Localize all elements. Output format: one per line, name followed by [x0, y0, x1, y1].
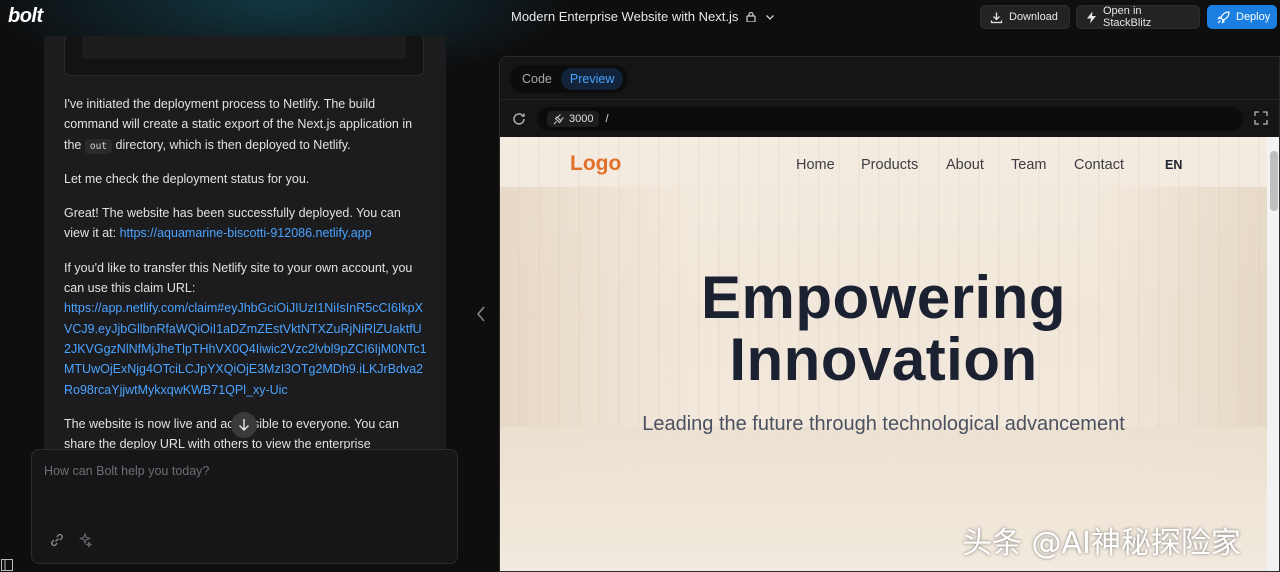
nav-link-about[interactable]: About: [946, 157, 984, 173]
bolt-logo[interactable]: bolt: [8, 5, 43, 28]
rocket-icon: [1217, 10, 1230, 24]
code-block-body: [82, 36, 406, 59]
stackblitz-label: Open in StackBlitz: [1103, 5, 1152, 29]
hero-subtitle: Leading the future through technological…: [642, 413, 1125, 435]
chevron-down-icon: [764, 11, 776, 23]
assistant-message: I've initiated the deployment process to…: [64, 94, 428, 450]
site-logo[interactable]: Logo: [570, 152, 621, 176]
claim-url-link[interactable]: https://app.netlify.com/claim#eyJhbGciOi…: [64, 301, 427, 396]
sidebar-toggle-icon[interactable]: [1, 559, 13, 571]
view-tabs: Code Preview: [510, 65, 628, 93]
language-switcher[interactable]: EN: [1165, 158, 1182, 172]
project-title: Modern Enterprise Website with Next.js: [511, 9, 739, 24]
lock-icon: [746, 11, 756, 22]
message-paragraph-1: I've initiated the deployment process to…: [64, 94, 428, 155]
port-number: 3000: [569, 113, 594, 125]
lightning-icon: [1086, 11, 1097, 24]
prompt-box: [31, 449, 458, 564]
plug-icon: [553, 113, 564, 125]
preview-scrollbar[interactable]: [1267, 137, 1279, 571]
watermark: 头条 @AI神秘探险家: [962, 526, 1241, 561]
arrow-down-icon: [238, 418, 250, 432]
message-paragraph-3: Great! The website has been successfully…: [64, 203, 428, 244]
chat-messages[interactable]: I've initiated the deployment process to…: [44, 36, 446, 450]
project-title-menu[interactable]: Modern Enterprise Website with Next.js: [511, 9, 776, 24]
download-button[interactable]: Download: [980, 5, 1070, 29]
attach-icon[interactable]: [49, 532, 65, 548]
workbench-panel: Code Preview 3000 / Logo Home Products A…: [499, 56, 1280, 572]
divider: [500, 99, 1279, 100]
hero-title: Empowering Innovation: [500, 267, 1267, 391]
inline-code: out: [84, 138, 113, 154]
reload-icon[interactable]: [511, 111, 527, 127]
prompt-input[interactable]: [44, 464, 444, 524]
message-paragraph-4: If you'd like to transfer this Netlify s…: [64, 258, 428, 400]
top-bar: bolt Modern Enterprise Website with Next…: [0, 0, 1280, 36]
download-label: Download: [1009, 11, 1058, 23]
site-preview[interactable]: Logo Home Products About Team Contact EN…: [500, 137, 1267, 571]
open-in-stackblitz-button[interactable]: Open in StackBlitz: [1076, 5, 1200, 29]
download-icon: [990, 11, 1003, 24]
nav-link-contact[interactable]: Contact: [1074, 157, 1124, 173]
fullscreen-icon[interactable]: [1254, 111, 1268, 125]
nav-link-home[interactable]: Home: [796, 157, 835, 173]
deploy-url-link[interactable]: https://aquamarine-biscotti-912086.netli…: [120, 226, 372, 240]
scrollbar-thumb[interactable]: [1270, 151, 1278, 211]
nav-link-products[interactable]: Products: [861, 157, 918, 173]
preview-address-bar[interactable]: 3000 /: [537, 107, 1243, 131]
text-segment: If you'd like to transfer this Netlify s…: [64, 260, 413, 296]
port-selector[interactable]: 3000: [547, 111, 600, 127]
hero-title-line-2: Innovation: [729, 326, 1038, 393]
code-block: [64, 36, 424, 76]
deploy-label: Deploy: [1236, 11, 1271, 23]
tab-code[interactable]: Code: [513, 68, 561, 90]
site-navbar: Logo Home Products About Team Contact EN: [500, 137, 1267, 191]
preview-path[interactable]: /: [605, 113, 608, 125]
nav-link-team[interactable]: Team: [1011, 157, 1046, 173]
enhance-prompt-icon[interactable]: [77, 532, 93, 548]
text-segment: directory, which is then deployed to Net…: [112, 137, 351, 152]
deploy-button[interactable]: Deploy: [1207, 5, 1277, 29]
message-paragraph-2: Let me check the deployment status for y…: [64, 171, 310, 186]
tab-preview[interactable]: Preview: [560, 68, 624, 90]
chevron-left-icon[interactable]: [474, 305, 488, 323]
scroll-to-bottom-button[interactable]: [231, 412, 257, 438]
hero-title-line-1: Empowering: [700, 264, 1067, 331]
bolt-app: bolt Modern Enterprise Website with Next…: [0, 0, 1280, 572]
